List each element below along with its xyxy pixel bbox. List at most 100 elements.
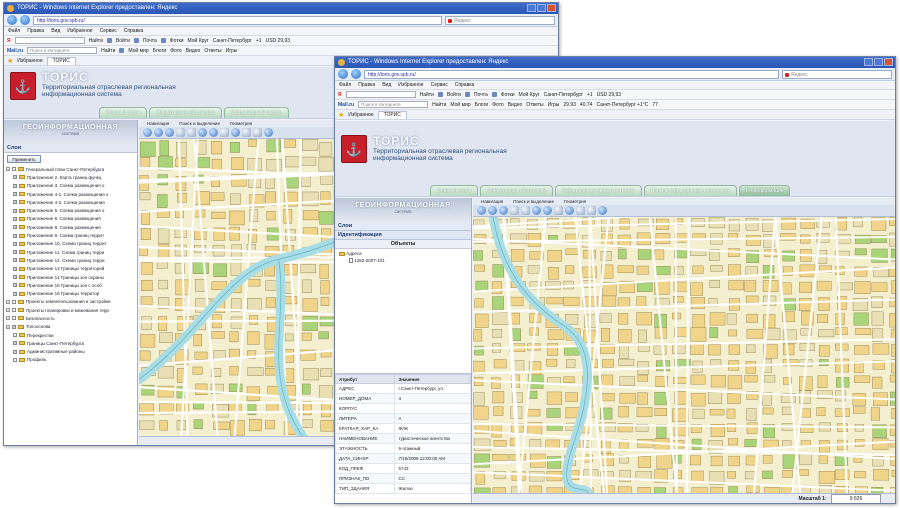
photos-link[interactable]: Фотки [170, 38, 184, 44]
table-row[interactable]: АДРЕС г.Санкт-Петербург, ул. [335, 383, 471, 394]
traffic-widget[interactable]: 77 [652, 102, 658, 108]
url-field[interactable]: http://toris.gov.spb.ru/ [33, 15, 442, 25]
city-weather[interactable]: Санкт-Петербург [544, 92, 583, 98]
menu-tools[interactable]: Сервис [431, 81, 448, 89]
expand-icon[interactable]: + [6, 308, 10, 313]
pan-icon[interactable] [143, 128, 152, 137]
pan-icon[interactable] [477, 206, 486, 215]
print-icon[interactable] [576, 206, 585, 215]
magnifier-icon[interactable] [187, 128, 196, 137]
layer-item[interactable]: + Генеральный план Санкт-Петербурга [4, 165, 137, 173]
info-icon[interactable] [231, 128, 240, 137]
photos-link[interactable]: Фотки [501, 92, 515, 98]
tab-main-screen[interactable]: Главный экран [430, 185, 479, 196]
layer-checkbox[interactable] [12, 316, 16, 321]
layer-checkbox[interactable]: ✓ [13, 258, 17, 263]
forward-button[interactable] [20, 15, 30, 25]
layer-item[interactable]: ✓ Приложение 15 Границы зон с особ [4, 281, 137, 289]
mykrug-link[interactable]: Мой Круг [519, 92, 540, 98]
mykrug-link[interactable]: Мой Круг [188, 38, 209, 44]
expand-icon[interactable]: + [6, 299, 10, 304]
blogs-link[interactable]: Блоги [153, 48, 167, 54]
zoom-box-icon[interactable] [176, 128, 185, 137]
identification-title[interactable]: Идентификация [335, 231, 471, 240]
menu-view[interactable]: Вид [382, 81, 391, 89]
browser-tab[interactable]: ТОРИС [377, 110, 407, 119]
expand-icon[interactable]: + [6, 167, 10, 172]
layers-icon[interactable] [598, 206, 607, 215]
city-weather[interactable]: Санкт-Петербург [213, 38, 252, 44]
mail-link[interactable]: Почта [143, 38, 157, 44]
map-tab-navigation[interactable]: Навигация [481, 198, 503, 205]
close-button[interactable] [884, 58, 893, 66]
forward-view-icon[interactable] [543, 206, 552, 215]
tree-root[interactable]: Адреса [339, 251, 467, 256]
layer-checkbox[interactable] [12, 299, 16, 304]
zoom-out-icon[interactable] [499, 206, 508, 215]
tab-operational[interactable]: Оперативная обстановка [480, 185, 553, 196]
games-link[interactable]: Игры [226, 48, 238, 54]
layer-item[interactable]: ✓ Приложение 8. Схема размещения [4, 223, 137, 231]
table-row[interactable]: ДАТА_СИНХР 7/15/2009 12:00:00 AM [335, 453, 471, 464]
select-icon[interactable] [220, 128, 229, 137]
layer-item[interactable]: ✓ Границы Санкт-Петербурга [4, 339, 137, 347]
browser-tab[interactable]: ТОРИС [46, 56, 76, 65]
map-tab-search[interactable]: Поиск и выделение [513, 198, 554, 205]
yandex-search-field[interactable] [345, 91, 416, 98]
layer-item[interactable]: ✓ Приложение 6. Схема размещения [4, 215, 137, 223]
menu-file[interactable]: Файл [339, 81, 351, 89]
layer-item[interactable]: ✓ Приложение 4-2. Схема размещения [4, 198, 137, 206]
games-link[interactable]: Игры [548, 102, 560, 108]
layer-checkbox[interactable]: ✓ [13, 349, 17, 354]
map-tab-geometry[interactable]: Геометрия [230, 120, 252, 127]
layer-item[interactable]: ✓ Приложение 9. Схема границ террит [4, 231, 137, 239]
layer-checkbox[interactable]: ✓ [13, 175, 17, 180]
menu-favorites[interactable]: Избранное [398, 81, 423, 89]
login-link[interactable]: Войти [116, 38, 130, 44]
menu-edit[interactable]: Правка [358, 81, 375, 89]
menu-help[interactable]: Справка [455, 81, 475, 89]
minimize-button[interactable] [864, 58, 873, 66]
forward-view-icon[interactable] [209, 128, 218, 137]
zoom-box-icon[interactable] [510, 206, 519, 215]
layer-checkbox[interactable]: ✓ [13, 283, 17, 288]
layer-checkbox[interactable]: ✓ [13, 341, 17, 346]
back-view-icon[interactable] [532, 206, 541, 215]
expand-icon[interactable]: + [6, 316, 10, 321]
search-input[interactable]: Яндекс [782, 69, 892, 79]
map-tab-navigation[interactable]: Навигация [147, 120, 169, 127]
answers-link[interactable]: Ответы [526, 102, 543, 108]
layer-checkbox[interactable] [13, 333, 17, 338]
login-link[interactable]: Войти [447, 92, 461, 98]
yandex-search-field[interactable] [14, 37, 85, 44]
city-map[interactable] [473, 217, 895, 493]
layer-checkbox[interactable] [12, 308, 16, 313]
video-link[interactable]: Видео [186, 48, 201, 54]
layer-checkbox[interactable]: ✓ [13, 275, 17, 279]
front-browser-window[interactable]: ТОРИС - Windows Internet Explorer предос… [334, 56, 896, 504]
zoom-in-icon[interactable] [154, 128, 163, 137]
forward-button[interactable] [351, 69, 361, 79]
layer-checkbox[interactable]: ✓ [13, 233, 17, 238]
layer-item[interactable]: ✓ Приложение 14 Границы зон охраны [4, 273, 137, 281]
menu-favorites[interactable]: Избранное [67, 27, 92, 35]
table-row[interactable]: КОРПУС [335, 403, 471, 414]
tree-leaf[interactable]: 1282-2007-101 [339, 258, 467, 264]
scale-value[interactable]: 9 626 [831, 494, 881, 503]
mail-link[interactable]: Почта [474, 92, 488, 98]
expand-icon[interactable]: + [6, 324, 10, 329]
mymir-link[interactable]: Мой мир [128, 48, 148, 54]
layer-item[interactable]: ✓ Административные районы [4, 348, 137, 356]
table-row[interactable]: НАИМЕНОВАНИЕ туристическое агентство [335, 433, 471, 444]
mailru-find-button[interactable]: Найти [101, 48, 115, 54]
blogs-link[interactable]: Блоги [475, 102, 489, 108]
layer-checkbox[interactable] [12, 167, 16, 172]
tab-geoinformation[interactable]: Геоинформация [738, 185, 791, 196]
info-icon[interactable] [565, 206, 574, 215]
photo-link[interactable]: Фото [492, 102, 504, 108]
layer-item[interactable]: Профиль [4, 356, 137, 364]
tab-operational[interactable]: Оперативная обстановка [149, 107, 222, 118]
table-row[interactable]: ПРИЗНАК_ПО СС [335, 473, 471, 484]
layer-item[interactable]: ✓ Приложение 3. Схема размещения о [4, 182, 137, 190]
table-row[interactable]: ЭТАЖНОСТЬ 6-этажный [335, 443, 471, 454]
